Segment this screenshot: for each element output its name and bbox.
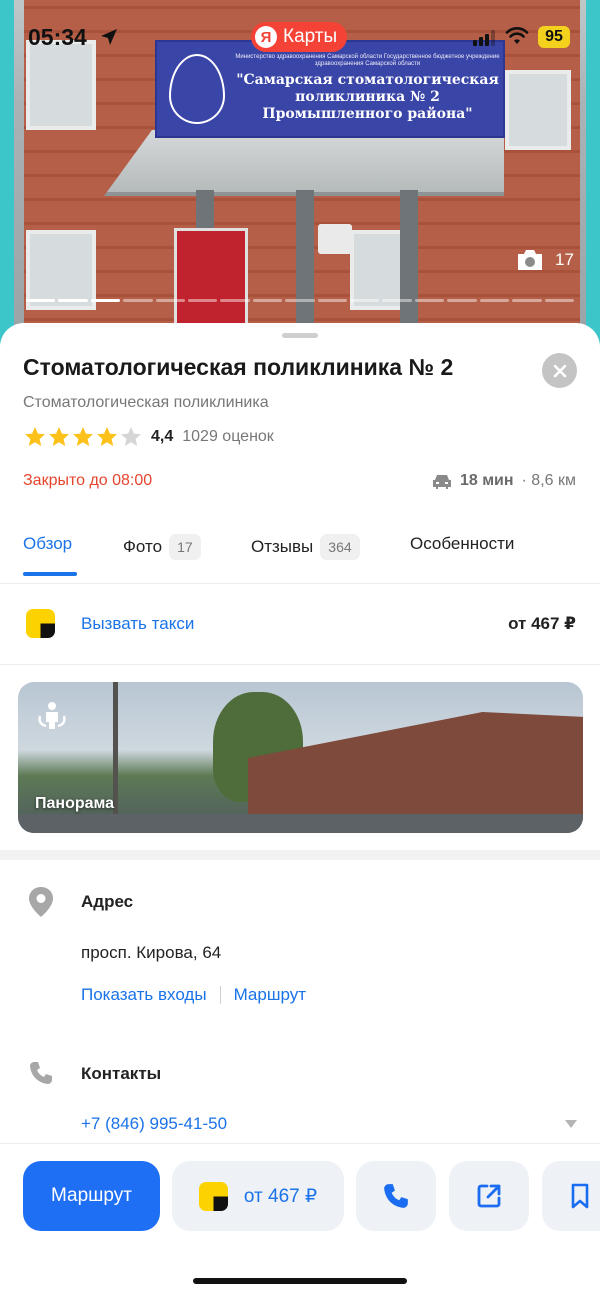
place-photo[interactable]: Министерство здравоохранения Самарской о… (0, 0, 600, 345)
call-taxi-row[interactable]: Вызвать такси от 467 ₽ (0, 585, 600, 665)
window (26, 230, 96, 310)
tab-count-badge: 17 (169, 534, 201, 560)
link-divider (219, 986, 221, 1004)
address-heading: Адрес (81, 892, 134, 911)
opening-hours-status[interactable]: Закрыто до 08:00 (23, 472, 152, 490)
share-button[interactable] (449, 1161, 529, 1231)
bookmark-icon (571, 1183, 589, 1209)
chevron-down-icon[interactable] (564, 1119, 578, 1129)
call-taxi-label: Вызвать такси (81, 614, 195, 633)
call-button[interactable] (356, 1161, 436, 1231)
address-route-link[interactable]: Маршрут (234, 985, 306, 1005)
status-bar: 05:34 Я Карты 95 (0, 14, 600, 58)
medical-emblem-icon (169, 54, 225, 124)
tab-count-badge: 364 (320, 534, 360, 560)
yandex-logo-icon: Я (255, 26, 277, 48)
photo-count: 17 (555, 250, 574, 269)
taxi-button[interactable]: от 467 ₽ (172, 1161, 344, 1231)
yandex-maps-badge: Я Карты (251, 22, 348, 52)
address-links: Показать входы Маршрут (81, 985, 306, 1005)
section-separator (0, 850, 600, 860)
star-filled-icon (73, 427, 93, 446)
taxi-price: от 467 ₽ (508, 614, 576, 633)
place-category: Стоматологическая поликлиника (23, 394, 269, 411)
sign-big-text: "Самарская стоматологическая поликлиника… (236, 72, 499, 122)
tab-bar: Обзор Фото 17 Отзывы 364 Особенности (0, 528, 600, 584)
bookmark-button[interactable] (542, 1161, 600, 1231)
active-tab-indicator (23, 572, 77, 576)
place-title: Стоматологическая поликлиника № 2 (23, 354, 454, 380)
contacts-heading: Контакты (81, 1064, 162, 1083)
close-button[interactable] (542, 353, 577, 388)
tab-label: Особенности (410, 534, 515, 553)
window (350, 230, 405, 310)
rating-value: 4,4 (151, 428, 174, 445)
tab-label: Отзывы (251, 537, 314, 556)
door (174, 228, 248, 338)
tab-label: Фото (123, 537, 163, 556)
action-bar-separator (0, 1143, 600, 1144)
star-filled-icon (49, 427, 69, 446)
phone-icon (384, 1184, 408, 1208)
tab-label: Обзор (23, 534, 73, 553)
yandex-taxi-icon (26, 609, 55, 638)
tab-reviews[interactable]: Отзывы 364 (251, 534, 360, 560)
travel-distance: · 8,6 км (521, 472, 576, 489)
photo-progress (26, 299, 574, 303)
status-time: 05:34 (28, 24, 87, 50)
home-indicator[interactable] (193, 1278, 407, 1284)
travel-info[interactable]: 18 мин · 8,6 км (432, 472, 576, 490)
share-icon (477, 1184, 501, 1208)
address-value[interactable]: просп. Кирова, 64 (81, 943, 221, 963)
wifi-icon (505, 27, 529, 44)
location-arrow-icon (101, 29, 117, 45)
star-empty-icon (121, 427, 141, 446)
window (505, 70, 571, 150)
pillar (296, 190, 314, 340)
canopy (104, 130, 504, 196)
pillar (400, 190, 418, 340)
photo-counter[interactable]: 17 (515, 248, 574, 272)
location-pin-icon (29, 887, 53, 917)
rating-count: 1029 оценок (182, 428, 274, 445)
close-icon (553, 364, 566, 377)
air-conditioner (318, 224, 352, 254)
rating-row[interactable]: 4,4 1029 оценок (23, 425, 274, 449)
panorama-icon (38, 702, 66, 729)
star-filled-icon (25, 427, 45, 446)
star-filled-icon (97, 427, 117, 446)
phone-number-link[interactable]: +7 (846) 995-41-50 (81, 1114, 227, 1134)
show-entrances-link[interactable]: Показать входы (81, 985, 207, 1005)
action-bar: Маршрут от 467 ₽ (0, 1161, 600, 1233)
phone-icon (30, 1062, 52, 1084)
travel-time: 18 мин (459, 472, 514, 489)
yandex-taxi-icon (198, 1181, 228, 1211)
panorama-preview[interactable]: Панорама (18, 682, 583, 833)
place-card-sheet: Стоматологическая поликлиника № 2 Стомат… (0, 323, 600, 1297)
battery-indicator: 95 (538, 26, 570, 48)
tab-overview[interactable]: Обзор (23, 534, 72, 554)
cellular-signal-icon (473, 30, 495, 46)
tab-photos[interactable]: Фото 17 (123, 534, 201, 560)
route-button[interactable]: Маршрут (23, 1161, 160, 1231)
car-icon (432, 475, 451, 489)
taxi-button-price: от 467 ₽ (243, 1185, 318, 1207)
sheet-drag-handle[interactable] (282, 333, 318, 338)
camera-icon (518, 250, 542, 270)
brand-name: Карты (283, 26, 338, 47)
panorama-label: Панорама (35, 795, 115, 812)
road (18, 814, 583, 833)
tab-features[interactable]: Особенности (410, 534, 514, 554)
